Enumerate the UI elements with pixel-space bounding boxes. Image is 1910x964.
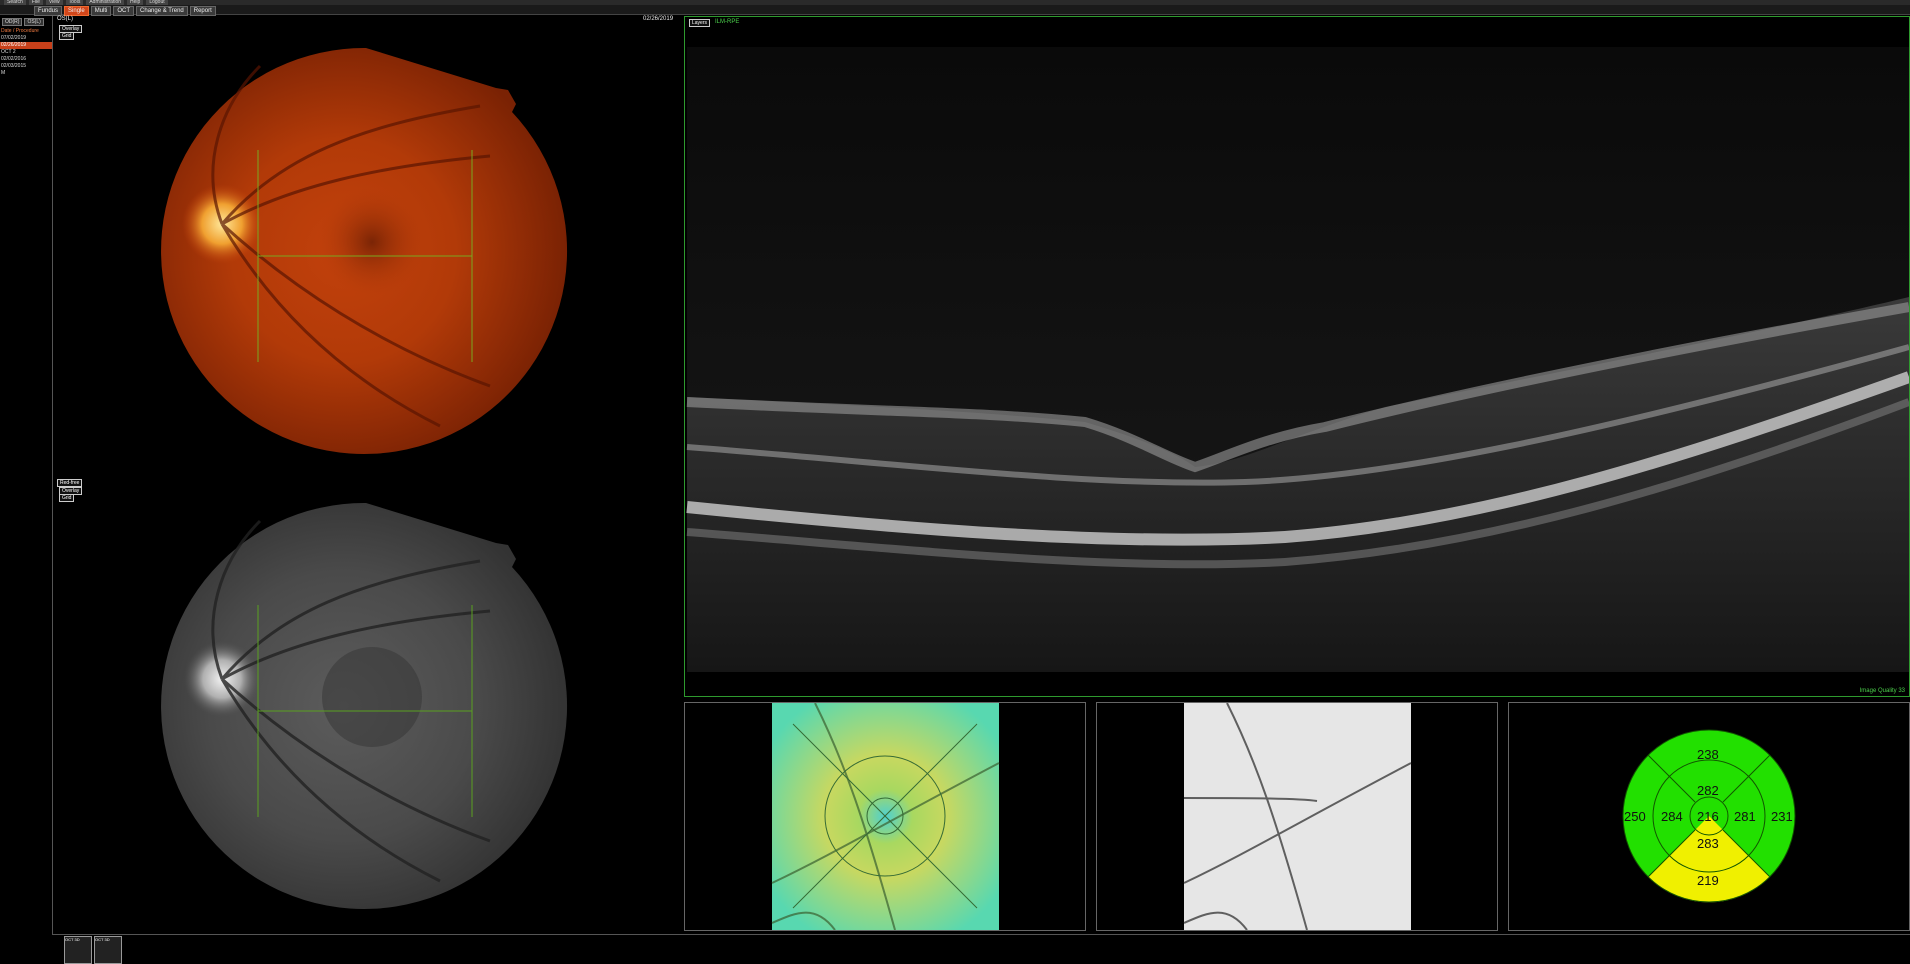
oct-bscan-view[interactable]: Layers ILM-RPE Image Quality 33	[684, 16, 1910, 697]
grid-button[interactable]: Grid	[59, 32, 75, 40]
exam-date-row[interactable]: 02/03/2015	[0, 63, 52, 70]
thickness-nasal-outer: 250	[1624, 809, 1646, 824]
toolbar: Fundus Single Multi OCT Change & Trend R…	[0, 5, 1910, 16]
thumbnail-label: OCT 3D	[95, 937, 110, 942]
tab-od[interactable]: OD(R)	[2, 18, 23, 26]
enface-image	[1183, 703, 1412, 930]
report-button[interactable]: Report	[189, 6, 216, 16]
oct-button[interactable]: OCT	[113, 6, 135, 16]
single-button[interactable]: Single	[64, 6, 89, 16]
thickness-grid-panel[interactable]: 238 282 250 284 216 281 231 283 219	[1508, 702, 1910, 931]
oct-bscan-image	[685, 17, 1909, 696]
exam-date-row[interactable]: M	[0, 70, 52, 77]
layers-button[interactable]: Layers	[689, 19, 711, 27]
red-free-fundus-image[interactable]	[160, 501, 572, 911]
thickness-inferior-outer: 219	[1697, 873, 1719, 888]
scan-thumbnail[interactable]: OCT 3D	[64, 936, 92, 964]
tab-os[interactable]: OS(L)	[24, 18, 44, 26]
thickness-nasal-inner: 284	[1661, 809, 1683, 824]
patient-exam-sidebar: OD(R) OS(L) Date / Procedure 07/02/2019 …	[0, 16, 53, 962]
grid-button-2[interactable]: Grid	[59, 494, 75, 502]
thickness-overlay-panel[interactable]	[684, 702, 1086, 931]
thickness-temporal-outer: 231	[1771, 809, 1793, 824]
fundus-eye-label: OS(L)	[57, 16, 74, 22]
image-quality-label: Image Quality 33	[1859, 688, 1905, 694]
thickness-center: 216	[1697, 809, 1719, 824]
fundus-date: 02/26/2019	[643, 16, 674, 22]
change-trend-button[interactable]: Change & Trend	[136, 6, 188, 16]
thickness-superior-inner: 282	[1697, 783, 1719, 798]
exam-procedure-row[interactable]: OCT 2	[0, 49, 52, 56]
thickness-temporal-inner: 281	[1734, 809, 1756, 824]
thickness-inferior-inner: 283	[1697, 836, 1719, 851]
color-fundus-image[interactable]	[160, 46, 572, 456]
scan-thumbnail[interactable]: OCT 3D	[94, 936, 122, 964]
thumbnail-label: OCT 3D	[65, 937, 80, 942]
thickness-superior-outer: 238	[1697, 747, 1719, 762]
fundus-button[interactable]: Fundus	[34, 6, 63, 16]
exam-date-row[interactable]: 07/02/2019	[0, 35, 52, 42]
scan-layer-label: ILM-RPE	[715, 19, 740, 25]
enface-panel[interactable]	[1096, 702, 1498, 931]
thumbnail-strip: OCT 3D OCT 3D	[52, 934, 1910, 964]
multi-button[interactable]: Multi	[90, 6, 112, 16]
exam-date-row[interactable]: 02/02/2016	[0, 56, 52, 63]
exam-date-row-selected[interactable]: 02/26/2019	[0, 42, 52, 49]
red-free-tag: Red-free	[57, 479, 83, 487]
exam-list-header: Date / Procedure	[1, 28, 39, 34]
thickness-overlay-image	[771, 703, 1000, 930]
